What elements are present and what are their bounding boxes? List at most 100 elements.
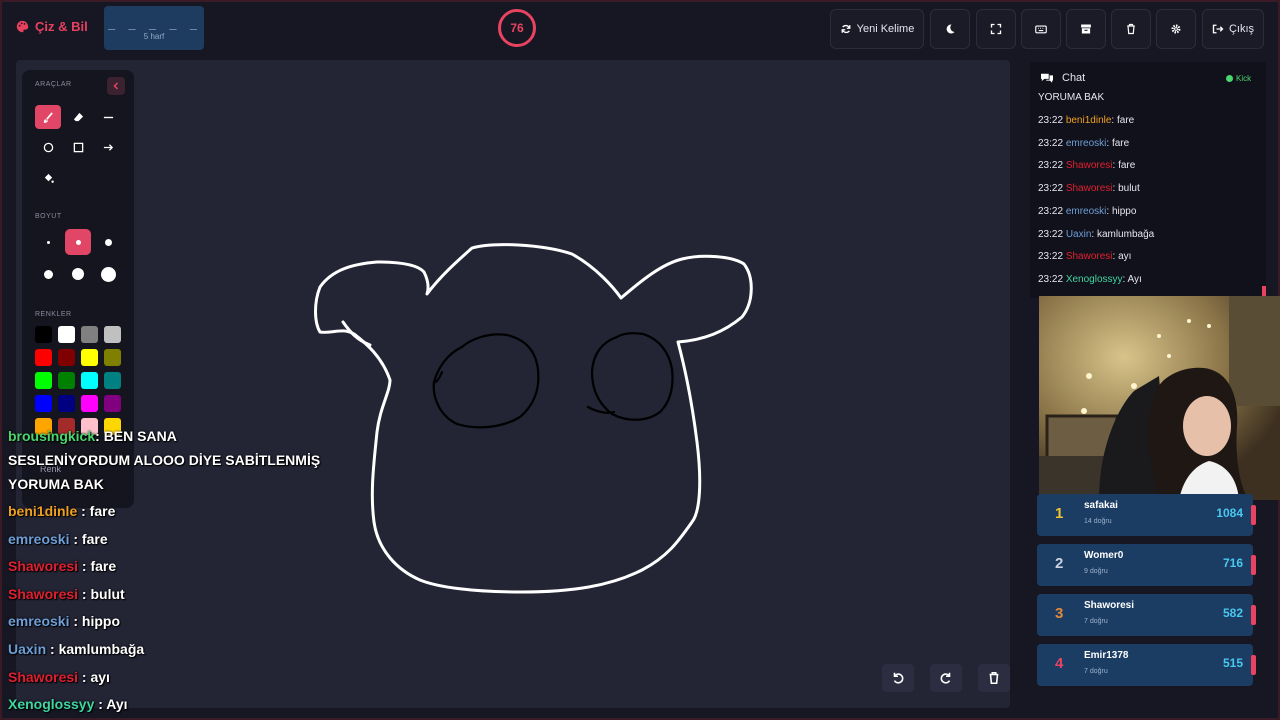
chat-time: 23:22: [1038, 183, 1066, 195]
overlay-chat-line: emreoski : hippo: [8, 613, 120, 629]
overlay-chat-user: brousingkick: [8, 428, 96, 444]
size-option-3[interactable]: [95, 229, 121, 255]
color-swatch[interactable]: [35, 372, 52, 389]
chat-time: 23:22: [1038, 115, 1066, 126]
leaderboard-correct-count: 9 doğru: [1084, 568, 1108, 575]
overlay-chat-user: emreoski: [8, 613, 70, 629]
exit-button[interactable]: Çıkış: [1202, 9, 1264, 49]
overlay-chat-user: emreoski: [8, 531, 70, 547]
undo-icon: [893, 672, 904, 684]
redo-icon: [940, 672, 951, 684]
theme-toggle-button[interactable]: [930, 9, 970, 49]
keyboard-button[interactable]: [1021, 9, 1061, 49]
new-word-label: Yeni Kelime: [856, 23, 915, 35]
brush-icon: [43, 111, 53, 123]
overlay-chat-message: : Ayı: [94, 696, 128, 712]
brand-logo[interactable]: Çiz & Bil: [16, 19, 88, 34]
chat-header: Chat: [1040, 72, 1085, 84]
overlay-chat-line: Xenoglossyy : Ayı: [8, 696, 128, 712]
chat-line: 23:22 Xenoglossyy: Ayı: [1038, 274, 1142, 285]
chat-time: 23:22: [1038, 251, 1066, 263]
chat-message: : ayı: [1112, 251, 1132, 263]
chat-line: YORUMA BAK: [1038, 92, 1105, 103]
size-option-6[interactable]: [95, 261, 121, 287]
collapse-panel-button[interactable]: [107, 77, 125, 95]
chat-time: 23:22: [1038, 160, 1066, 172]
brand-name: Çiz & Bil: [35, 19, 88, 34]
chat-user: emreoski: [1065, 205, 1107, 217]
overlay-chat-user: Shaworesi: [8, 669, 79, 685]
color-swatch[interactable]: [104, 349, 121, 366]
overlay-chat-message: : fare: [77, 503, 116, 519]
chat-time: 23:22: [1038, 137, 1066, 149]
webcam-image: [1039, 296, 1280, 500]
size-option-2[interactable]: [65, 229, 91, 255]
settings-button[interactable]: [1156, 9, 1196, 49]
platform-status: Kick: [1226, 74, 1251, 83]
color-swatch[interactable]: [35, 395, 52, 412]
fullscreen-button[interactable]: [976, 9, 1016, 49]
trash-icon: [989, 671, 999, 685]
rectangle-tool[interactable]: [65, 135, 91, 159]
color-swatch[interactable]: [35, 349, 52, 366]
letter-count: 5 harf: [143, 32, 165, 41]
overlay-chat-line: emreoski : fare: [8, 531, 108, 547]
color-swatch[interactable]: [58, 395, 75, 412]
new-word-button[interactable]: Yeni Kelime: [830, 9, 924, 49]
redo-button[interactable]: [930, 664, 962, 692]
clear-all-button[interactable]: [1111, 9, 1151, 49]
chat-message: : fare: [1111, 115, 1135, 126]
leaderboard-rank: 4: [1055, 655, 1064, 672]
leaderboard-correct-count: 7 doğru: [1084, 668, 1108, 675]
color-swatch[interactable]: [81, 349, 98, 366]
color-swatch[interactable]: [104, 326, 121, 343]
overlay-chat-line: Shaworesi : ayı: [8, 669, 110, 685]
colors-label: RENKLER: [35, 311, 72, 318]
undo-button[interactable]: [882, 664, 914, 692]
chat-message: : fare: [1112, 160, 1136, 172]
size-label: BOYUT: [35, 213, 62, 220]
leaderboard-accent: [1251, 555, 1256, 575]
color-swatch[interactable]: [104, 395, 121, 412]
word-mask: _ _ _ _ _: [107, 16, 201, 30]
size-option-1[interactable]: [35, 229, 61, 255]
leaderboard-rank: 3: [1055, 605, 1064, 622]
brush-tool[interactable]: [35, 105, 61, 129]
arrow-tool[interactable]: [95, 135, 121, 159]
leaderboard-row: 4 Emir1378 7 doğru 515: [1037, 644, 1253, 686]
archive-button[interactable]: [1066, 9, 1106, 49]
color-swatch[interactable]: [58, 372, 75, 389]
fill-tool[interactable]: [35, 166, 61, 190]
circle-icon: [43, 142, 53, 152]
overlay-chat-message: : fare: [69, 531, 108, 547]
size-option-4[interactable]: [35, 261, 61, 287]
chat-scrollbar[interactable]: [1262, 286, 1266, 296]
chat-time: 23:22: [1038, 273, 1066, 285]
color-swatch[interactable]: [81, 395, 98, 412]
comments-icon: [1041, 73, 1053, 83]
circle-tool[interactable]: [35, 135, 61, 159]
trash-icon: [1127, 23, 1135, 35]
leaderboard-row: 3 Shaworesi 7 doğru 582: [1037, 594, 1253, 636]
color-swatch[interactable]: [104, 372, 121, 389]
color-swatch[interactable]: [81, 372, 98, 389]
moon-icon: [946, 24, 955, 34]
color-swatch[interactable]: [81, 326, 98, 343]
leaderboard-accent: [1251, 655, 1256, 675]
overlay-chat-user: Uaxin: [8, 641, 47, 657]
drawing-canvas[interactable]: [16, 60, 1010, 708]
leaderboard-row: 2 Womer0 9 doğru 716: [1037, 544, 1253, 586]
color-swatch[interactable]: [58, 349, 75, 366]
eraser-tool[interactable]: [65, 105, 91, 129]
color-swatch[interactable]: [58, 326, 75, 343]
leaderboard-score: 716: [1222, 556, 1243, 570]
webcam-feed: [1039, 296, 1280, 500]
chat-line: 23:22 Shaworesi: fare: [1038, 160, 1135, 171]
overlay-chat-line: brousingkick: BEN SANA: [8, 428, 177, 444]
color-swatch[interactable]: [35, 326, 52, 343]
size-option-5[interactable]: [65, 261, 91, 287]
line-tool[interactable]: [95, 105, 121, 129]
clear-canvas-button[interactable]: [978, 664, 1010, 692]
overlay-chat-user: Shaworesi: [8, 586, 79, 602]
chat-message: : bulut: [1112, 183, 1140, 195]
